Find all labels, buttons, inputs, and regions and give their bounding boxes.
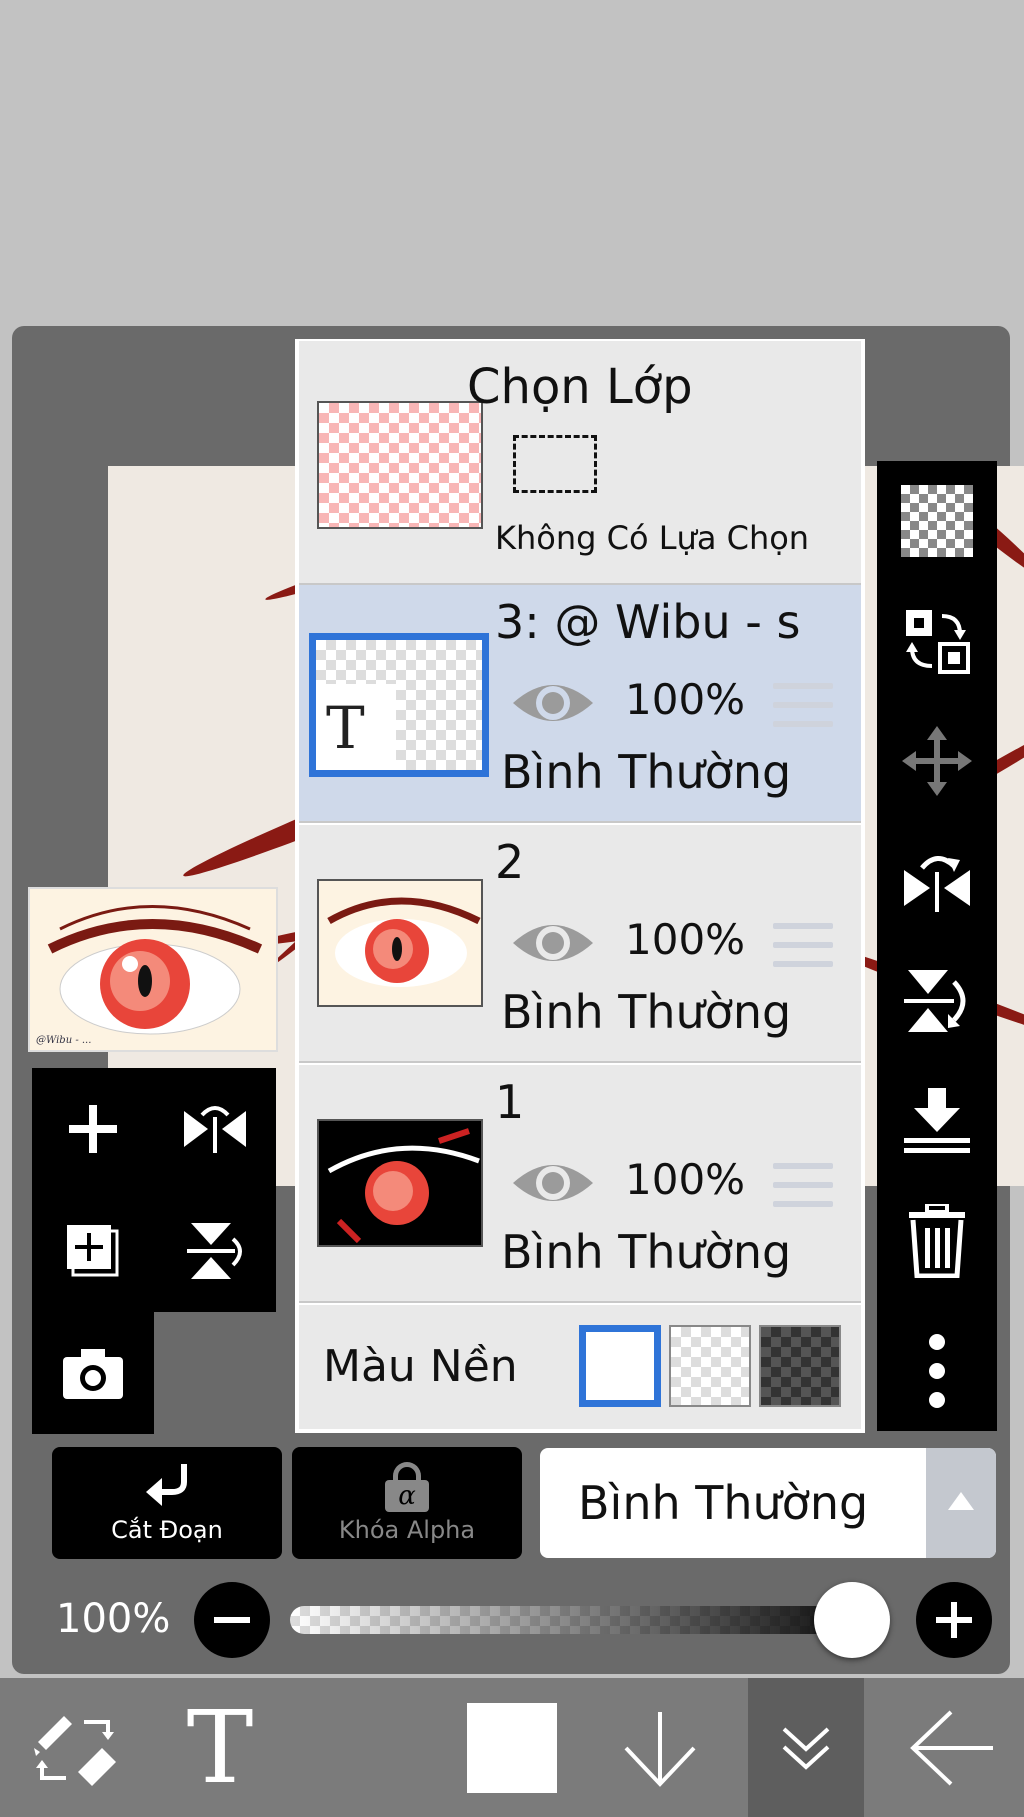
blend-mode-select[interactable]: Bình Thường: [540, 1448, 996, 1558]
move-icon: [902, 726, 972, 796]
swap-layer-icon: [906, 610, 970, 674]
double-chevron-down-icon: [782, 1727, 830, 1770]
flip-horizontal-icon: [184, 1106, 246, 1153]
back-arrow-icon: [910, 1710, 993, 1785]
lock-icon: α: [383, 1462, 431, 1512]
duplicate-layer-button[interactable]: [32, 1190, 154, 1312]
background-color-label: Màu Nền: [323, 1341, 518, 1392]
layer-1-blend-mode: Bình Thường: [501, 1225, 792, 1279]
layer-1-thumbnail: [317, 1119, 483, 1247]
layer-3-drag-handle[interactable]: [773, 683, 833, 727]
layer-panel-collapse-button[interactable]: [748, 1678, 864, 1817]
text-layer-glyph: T: [326, 694, 365, 762]
flip-vertical-button[interactable]: [877, 951, 997, 1051]
layer-1-name: 1: [495, 1075, 525, 1129]
eye-lineart: [327, 1128, 480, 1244]
alpha-lock-button[interactable]: α Khóa Alpha: [292, 1447, 522, 1559]
layer-3-blend-mode: Bình Thường: [501, 745, 792, 799]
clipping-arrow-icon: [146, 1464, 187, 1506]
opacity-decrease-button[interactable]: [194, 1582, 270, 1658]
selection-status: Không Có Lựa Chọn: [495, 519, 810, 557]
arrow-down-button[interactable]: [600, 1678, 720, 1817]
alpha-lock-label: Khóa Alpha: [338, 1516, 476, 1544]
layer-2-name: 2: [495, 835, 525, 889]
visibility-eye-icon[interactable]: [511, 673, 595, 733]
clipping-button[interactable]: Cắt Đoạn: [52, 1447, 282, 1559]
layer-2-opacity: 100%: [625, 915, 746, 964]
layer-panel: Chọn Lớp Không Có Lựa Chọn T 3: @ Wibu -…: [295, 339, 865, 1433]
transparency-button[interactable]: [877, 471, 997, 571]
flip-layer-horizontal-button[interactable]: [154, 1068, 276, 1190]
bottom-toolbar: T: [0, 1678, 1024, 1817]
more-icon: [929, 1334, 945, 1408]
color-swatch-icon: [467, 1702, 557, 1793]
layer-3-name: 3: @ Wibu - s: [495, 595, 801, 649]
eye-artwork: [30, 889, 276, 1050]
add-layer-button[interactable]: [32, 1068, 154, 1190]
color-swatch-button[interactable]: [450, 1678, 574, 1817]
clipping-label: Cắt Đoạn: [111, 1516, 223, 1544]
selection-layer-row[interactable]: Chọn Lớp Không Có Lựa Chọn: [299, 341, 861, 585]
brush-eraser-swap-button[interactable]: [10, 1678, 140, 1817]
background-white-swatch[interactable]: [579, 1325, 661, 1407]
layer-2-drag-handle[interactable]: [773, 923, 833, 967]
opacity-slider-thumb[interactable]: [814, 1582, 890, 1658]
right-toolbar: [877, 461, 997, 1431]
import-photo-button[interactable]: [32, 1312, 154, 1434]
layer-1-drag-handle[interactable]: [773, 1163, 833, 1207]
flip-horizontal-button[interactable]: [877, 831, 997, 931]
flip-layer-vertical-button[interactable]: [154, 1190, 276, 1312]
flip-horizontal-icon: [904, 856, 970, 912]
opacity-slider-track[interactable]: [290, 1606, 890, 1634]
minus-icon: [214, 1617, 250, 1623]
duplicate-layer-icon: [67, 1225, 119, 1277]
delete-layer-button[interactable]: [877, 1191, 997, 1291]
flip-vertical-icon: [904, 970, 966, 1032]
canvas-thumbnail[interactable]: @Wibu - ...: [28, 887, 278, 1052]
camera-icon: [63, 1349, 123, 1399]
background-transparent-swatch[interactable]: [669, 1325, 751, 1407]
layer-row-1[interactable]: 1 100% Bình Thường: [299, 1065, 861, 1303]
transparency-icon: [901, 485, 973, 557]
thumbnail-signature: @Wibu - ...: [36, 1035, 92, 1046]
eye-artwork: [327, 897, 481, 987]
layer-row-3[interactable]: T 3: @ Wibu - s 100% Bình Thường: [299, 585, 861, 823]
layer-3-thumbnail: T: [309, 633, 489, 777]
layer-row-2[interactable]: 2 100% Bình Thường: [299, 825, 861, 1063]
visibility-eye-icon[interactable]: [511, 913, 595, 973]
blend-mode-value: Bình Thường: [578, 1476, 869, 1530]
triangle-up-icon: [948, 1492, 974, 1510]
flip-vertical-icon: [187, 1223, 242, 1279]
text-tool-icon: T: [186, 1689, 254, 1806]
brush-eraser-swap-icon: [34, 1715, 116, 1786]
text-tool-button[interactable]: T: [160, 1678, 280, 1817]
layer-2-blend-mode: Bình Thường: [501, 985, 792, 1039]
layer-1-opacity: 100%: [625, 1155, 746, 1204]
opacity-label: 100%: [56, 1596, 171, 1642]
move-layer-button[interactable]: [877, 711, 997, 811]
selection-marquee-icon: [513, 435, 597, 493]
opacity-increase-button[interactable]: [916, 1582, 992, 1658]
selection-layer-thumbnail: [317, 401, 483, 529]
swap-layer-button[interactable]: [877, 591, 997, 691]
background-color-row: Màu Nền: [299, 1305, 861, 1429]
plus-icon: [936, 1602, 972, 1638]
arrow-down-icon: [624, 1711, 696, 1787]
blend-mode-dropdown-toggle[interactable]: [926, 1448, 996, 1558]
merge-down-button[interactable]: [877, 1071, 997, 1171]
selection-layer-title: Chọn Lớp: [467, 359, 693, 415]
merge-down-icon: [904, 1088, 970, 1153]
visibility-eye-icon[interactable]: [511, 1153, 595, 1213]
trash-icon: [909, 1204, 965, 1278]
layer-2-thumbnail: [317, 879, 483, 1007]
back-button[interactable]: [890, 1678, 1014, 1817]
layer-3-opacity: 100%: [625, 675, 746, 724]
background-dark-swatch[interactable]: [759, 1325, 841, 1407]
add-layer-icon: [69, 1105, 117, 1153]
more-options-button[interactable]: [877, 1321, 997, 1421]
